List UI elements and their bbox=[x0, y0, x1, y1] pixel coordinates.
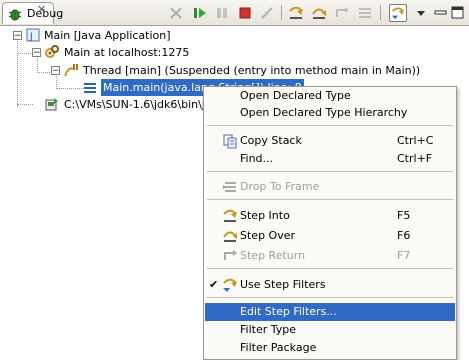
menu-item-label: Edit Step Filters... bbox=[240, 305, 337, 318]
copy-icon bbox=[222, 133, 238, 149]
toolbar-separator bbox=[281, 5, 282, 20]
menu-item-label: Drop To Frame bbox=[240, 180, 320, 193]
disconnect-icon[interactable] bbox=[258, 4, 276, 22]
menu-item-drop-to-frame[interactable]: Drop To Frame bbox=[205, 178, 455, 196]
menu-separator bbox=[207, 268, 453, 269]
menu-separator bbox=[207, 199, 453, 200]
resume-icon[interactable] bbox=[191, 4, 209, 22]
menu-item-filter-type[interactable]: Filter Type bbox=[205, 321, 455, 339]
menu-item-label: Use Step Filters bbox=[240, 278, 326, 291]
menu-item-step-into[interactable]: Step Into F5 bbox=[205, 207, 455, 225]
menu-item-copy-stack[interactable]: Copy Stack Ctrl+C bbox=[205, 132, 455, 150]
menu-item-label: Step Over bbox=[240, 229, 295, 242]
menu-item-label: Filter Type bbox=[240, 323, 297, 336]
menu-item-shortcut: F7 bbox=[397, 249, 411, 262]
view-tab-bar: Debug ✕ bbox=[0, 0, 469, 26]
menu-item-shortcut: Ctrl+F bbox=[397, 152, 433, 165]
checkmark-icon: ✔ bbox=[209, 278, 219, 291]
collapse-toggle[interactable]: − bbox=[13, 31, 22, 41]
step-into-icon[interactable] bbox=[287, 4, 305, 22]
bug-icon bbox=[7, 7, 23, 24]
menu-item-shortcut: F6 bbox=[397, 229, 411, 242]
tree-item-thread[interactable]: − Thread [main] (Suspended (entry into m… bbox=[0, 62, 420, 79]
menu-item-label: Step Into bbox=[240, 209, 290, 222]
step-into-icon bbox=[222, 208, 238, 224]
menu-item-edit-step-filters[interactable]: Edit Step Filters... bbox=[205, 303, 455, 321]
menu-item-label: Open Declared Type Hierarchy bbox=[240, 106, 408, 119]
menu-item-label: Find... bbox=[240, 152, 274, 165]
remove-terminated-icon[interactable] bbox=[167, 4, 185, 22]
use-step-filters-icon bbox=[222, 277, 238, 293]
tree-item-label: Main at localhost:1275 bbox=[64, 46, 190, 59]
menu-item-label: Copy Stack bbox=[240, 134, 302, 147]
tree-item-label: Main [Java Application] bbox=[44, 29, 171, 42]
menu-item-step-over[interactable]: Step Over F6 bbox=[205, 227, 455, 245]
menu-item-step-return[interactable]: Step Return F7 bbox=[205, 247, 455, 265]
menu-separator bbox=[207, 125, 453, 126]
collapse-toggle[interactable]: − bbox=[32, 48, 41, 58]
suspend-icon[interactable] bbox=[213, 4, 231, 22]
menu-item-use-step-filters[interactable]: ✔ Use Step Filters bbox=[205, 276, 455, 294]
terminate-icon[interactable] bbox=[236, 4, 254, 22]
menu-item-filter-package[interactable]: Filter Package bbox=[205, 339, 455, 357]
drop-to-frame-icon bbox=[222, 179, 238, 195]
maximize-icon[interactable] bbox=[449, 4, 467, 22]
minimize-icon[interactable] bbox=[432, 4, 450, 22]
menu-item-find[interactable]: Find... Ctrl+F bbox=[205, 150, 455, 168]
menu-item-label: Filter Package bbox=[240, 341, 317, 354]
use-step-filters-icon[interactable] bbox=[389, 4, 407, 22]
step-over-icon bbox=[222, 228, 238, 244]
step-return-icon bbox=[222, 248, 238, 264]
process-icon bbox=[44, 97, 60, 117]
tree-item-label: Thread [main] (Suspended (entry into met… bbox=[83, 64, 421, 77]
toolbar-separator bbox=[380, 5, 381, 20]
close-tab-icon[interactable]: ✕ bbox=[37, 3, 46, 16]
menu-item-label: Step Return bbox=[240, 249, 306, 262]
menu-item-label: Open Declared Type bbox=[240, 89, 351, 102]
drop-to-frame-icon[interactable] bbox=[356, 4, 374, 22]
menu-separator bbox=[207, 171, 453, 172]
context-menu: Open Declared Type Open Declared Type Hi… bbox=[203, 86, 457, 360]
view-menu-icon[interactable] bbox=[412, 4, 430, 22]
tree-item-launch[interactable]: − J Main [Java Application] bbox=[0, 27, 300, 44]
step-return-icon[interactable] bbox=[333, 4, 351, 22]
menu-separator bbox=[207, 297, 453, 298]
svg-text:J: J bbox=[29, 32, 33, 42]
menu-item-shortcut: Ctrl+C bbox=[397, 134, 434, 147]
collapse-toggle[interactable]: − bbox=[51, 66, 60, 76]
step-over-icon[interactable] bbox=[310, 4, 328, 22]
tree-item-debug-target[interactable]: − Main at localhost:1275 bbox=[0, 44, 300, 61]
menu-item-open-declared-type[interactable]: Open Declared Type bbox=[205, 87, 455, 105]
menu-item-shortcut: F5 bbox=[397, 209, 411, 222]
menu-item-open-declared-type-hierarchy[interactable]: Open Declared Type Hierarchy bbox=[205, 104, 455, 122]
